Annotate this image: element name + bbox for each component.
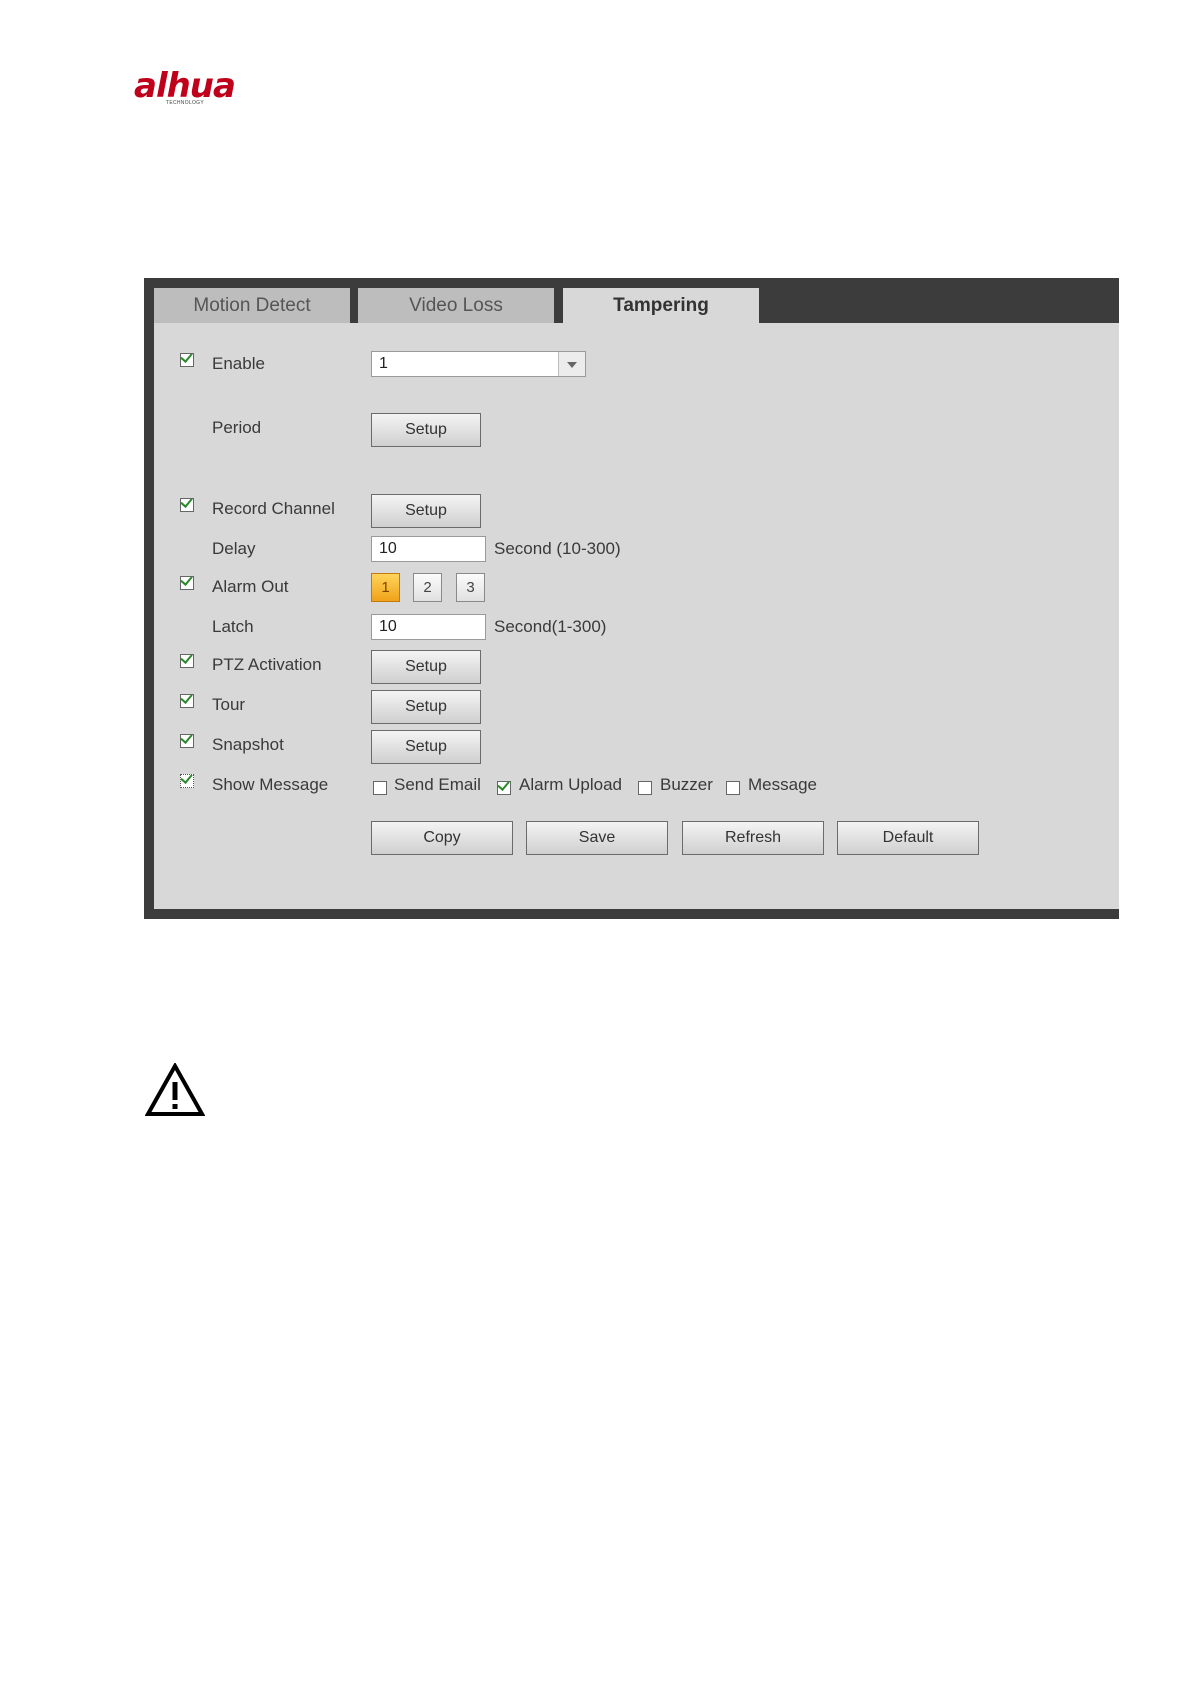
tour-setup-button[interactable]: Setup [371,690,481,724]
latch-unit: Second(1-300) [494,617,607,636]
record-channel-checkbox[interactable] [180,495,194,512]
ptz-activation-setup-button[interactable]: Setup [371,650,481,684]
logo-subtitle: TECHNOLOGY [166,100,205,106]
tour-checkbox[interactable] [180,691,194,708]
latch-input[interactable]: 10 [371,614,486,640]
checkmark-icon [180,573,193,586]
show-message-checkbox[interactable] [180,771,194,788]
message-checkbox[interactable] [726,781,740,795]
send-email-label: Send Email [394,775,481,794]
save-button[interactable]: Save [526,821,668,855]
ptz-activation-checkbox[interactable] [180,651,194,668]
warning-triangle-icon [145,1063,205,1116]
dahua-logo: alhua TECHNOLOGY [134,66,264,110]
alarm-out-checkbox[interactable] [180,573,194,590]
buzzer-checkbox[interactable] [638,781,652,795]
record-channel-label: Record Channel [212,499,335,518]
chevron-down-icon[interactable] [558,352,585,376]
checkmark-icon [180,691,193,704]
send-email-checkbox[interactable] [373,781,387,795]
snapshot-setup-button[interactable]: Setup [371,730,481,764]
tour-label: Tour [212,695,246,714]
checkmark-icon [180,495,193,508]
checkmark-icon [497,778,510,791]
latch-label: Latch [212,617,254,636]
snapshot-checkbox[interactable] [180,731,194,748]
alarm-upload-label: Alarm Upload [519,775,622,794]
alarm-out-label: Alarm Out [212,577,289,596]
tab-tampering[interactable]: Tampering [563,288,759,323]
alarm-upload-checkbox[interactable] [497,778,511,795]
alarm-out-3-button[interactable]: 3 [456,573,485,602]
alarm-out-2-button[interactable]: 2 [413,573,442,602]
enable-label: Enable [212,354,265,373]
delay-label: Delay [212,539,256,558]
copy-button[interactable]: Copy [371,821,513,855]
delay-unit: Second (10-300) [494,539,621,558]
tab-video-loss[interactable]: Video Loss [358,288,554,323]
channel-select-value: 1 [379,355,388,372]
checkmark-icon [180,651,193,664]
checkmark-icon [180,350,193,363]
buzzer-label: Buzzer [660,775,713,794]
tab-content: Enable 1 Period Setup Record Channel Set… [154,323,1119,909]
period-setup-button[interactable]: Setup [371,413,481,447]
default-button[interactable]: Default [837,821,979,855]
message-label: Message [748,775,817,794]
checkmark-icon [180,771,193,784]
show-message-label: Show Message [212,775,329,794]
record-channel-setup-button[interactable]: Setup [371,494,481,528]
refresh-button[interactable]: Refresh [682,821,824,855]
checkmark-icon [180,731,193,744]
enable-checkbox[interactable] [180,350,194,367]
snapshot-label: Snapshot [212,735,284,754]
alarm-out-1-button[interactable]: 1 [371,573,400,602]
tampering-settings-panel: Motion Detect Video Loss Tampering Enabl… [144,278,1119,919]
channel-select[interactable]: 1 [371,351,586,377]
ptz-activation-label: PTZ Activation [212,655,322,674]
tab-motion-detect[interactable]: Motion Detect [154,288,350,323]
delay-input[interactable]: 10 [371,536,486,562]
period-label: Period [212,418,262,437]
